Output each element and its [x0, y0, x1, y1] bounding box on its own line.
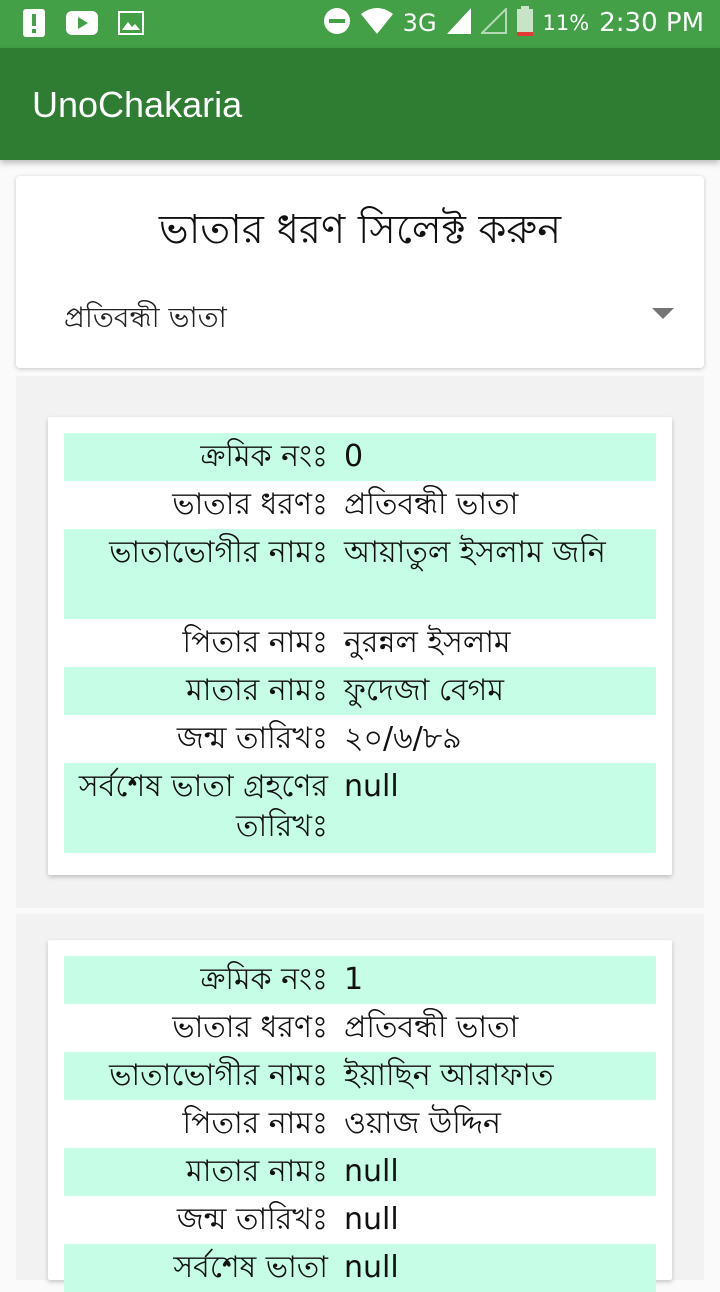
youtube-icon: [66, 11, 98, 39]
beneficiary-details: ক্রমিক নংঃ 0 ভাতার ধরণঃ প্রতিবন্ধী ভাতা …: [64, 433, 656, 853]
beneficiary-name-value: আয়াতুল ইসলাম জনি: [344, 535, 606, 570]
notification-icons: [22, 8, 144, 42]
signal-icon: [446, 8, 471, 38]
birth-date-row: জন্ম তারিখঃ ২০/৬/৮৯: [64, 715, 656, 763]
serial-number-value: 1: [344, 962, 364, 997]
serial-number-row: ক্রমিক নংঃ 1: [64, 956, 656, 1004]
network-type-label: 3G: [402, 9, 437, 37]
beneficiary-name-label: ভাতাভোগীর নামঃ: [109, 535, 328, 570]
image-icon: [118, 11, 144, 39]
allowance-type-label: ভাতার ধরণঃ: [172, 1010, 328, 1045]
allowance-type-label: ভাতার ধরণঃ: [172, 487, 328, 522]
father-name-label: পিতার নামঃ: [182, 625, 328, 660]
app-bar: UnoChakaria: [0, 48, 720, 160]
battery-percent: 11%: [542, 11, 590, 35]
serial-number-label: ক্রমিক নংঃ: [200, 439, 328, 474]
serial-number-row: ক্রমিক নংঃ 0: [64, 433, 656, 481]
birth-date-value: ২০/৬/৮৯: [344, 721, 462, 756]
father-name-row: পিতার নামঃ ওয়াজ উদ্দিন: [64, 1100, 656, 1148]
serial-number-label: ক্রমিক নংঃ: [200, 962, 328, 997]
app-title: UnoChakaria: [32, 84, 243, 125]
dropdown-arrow-icon[interactable]: [652, 308, 674, 319]
system-icons: 3G 11% 2:30 PM: [323, 6, 704, 40]
last-allowance-date-row: সর্বশেষ ভাতা null: [64, 1244, 656, 1292]
allowance-type-value: প্রতিবন্ধী ভাতা: [344, 1010, 519, 1045]
signal-empty-icon: [479, 6, 507, 38]
beneficiary-name-value: ইয়াছিন আরাফাত: [344, 1058, 554, 1093]
last-allowance-date-label: সর্বশেষ ভাতা: [173, 1250, 328, 1285]
mother-name-value: null: [344, 1154, 399, 1189]
father-name-value: নুরন্নল ইসলাম: [344, 625, 511, 660]
mother-name-label: মাতার নামঃ: [186, 1154, 328, 1189]
allowance-type-value: প্রতিবন্ধী ভাতা: [344, 487, 519, 522]
beneficiary-card[interactable]: ক্রমিক নংঃ 1 ভাতার ধরণঃ প্রতিবন্ধী ভাতা …: [48, 940, 672, 1292]
allowance-type-heading: ভাতার ধরণ সিলেক্ট করুন: [158, 207, 562, 253]
birth-date-value: null: [344, 1202, 399, 1237]
father-name-label: পিতার নামঃ: [182, 1106, 328, 1141]
wifi-icon: [360, 8, 393, 38]
battery-icon: [516, 6, 533, 40]
last-allowance-date-value: null: [344, 1250, 399, 1285]
allowance-type-card: ভাতার ধরণ সিলেক্ট করুন প্রতিবন্ধী ভাতা: [16, 176, 704, 368]
do-not-disturb-icon: [323, 7, 351, 39]
last-allowance-date-row: সর্বশেষ ভাতা গ্রহণের তারিখঃ null: [64, 763, 656, 853]
allowance-type-spinner[interactable]: প্রতিবন্ধী ভাতা: [64, 296, 227, 343]
birth-date-label: জন্ম তারিখঃ: [176, 1202, 328, 1237]
last-allowance-date-label: সর্বশেষ ভাতা গ্রহণের তারিখঃ: [78, 769, 328, 844]
beneficiary-card[interactable]: ক্রমিক নংঃ 0 ভাতার ধরণঃ প্রতিবন্ধী ভাতা …: [48, 417, 672, 875]
clock: 2:30 PM: [599, 8, 704, 38]
mother-name-value: ফুদেজা বেগম: [344, 673, 505, 708]
birth-date-label: জন্ম তারিখঃ: [176, 721, 328, 756]
father-name-row: পিতার নামঃ নুরন্নল ইসলাম: [64, 619, 656, 667]
beneficiary-name-row: ভাতাভোগীর নামঃ আয়াতুল ইসলাম জনি: [64, 529, 656, 619]
allowance-type-row: ভাতার ধরণঃ প্রতিবন্ধী ভাতা: [64, 481, 656, 529]
mother-name-label: মাতার নামঃ: [186, 673, 328, 708]
last-allowance-date-value: null: [344, 769, 399, 804]
birth-date-row: জন্ম তারিখঃ null: [64, 1196, 656, 1244]
beneficiary-details: ক্রমিক নংঃ 1 ভাতার ধরণঃ প্রতিবন্ধী ভাতা …: [64, 956, 656, 1292]
father-name-value: ওয়াজ উদ্দিন: [344, 1106, 501, 1141]
mother-name-row: মাতার নামঃ ফুদেজা বেগম: [64, 667, 656, 715]
status-bar: 3G 11% 2:30 PM: [0, 0, 720, 48]
beneficiary-name-label: ভাতাভোগীর নামঃ: [109, 1058, 328, 1093]
allowance-type-row: ভাতার ধরণঃ প্রতিবন্ধী ভাতা: [64, 1004, 656, 1052]
serial-number-value: 0: [344, 439, 364, 474]
mother-name-row: মাতার নামঃ null: [64, 1148, 656, 1196]
beneficiary-name-row: ভাতাভোগীর নামঃ ইয়াছিন আরাফাত: [64, 1052, 656, 1100]
alert-notification-icon: [22, 8, 46, 42]
